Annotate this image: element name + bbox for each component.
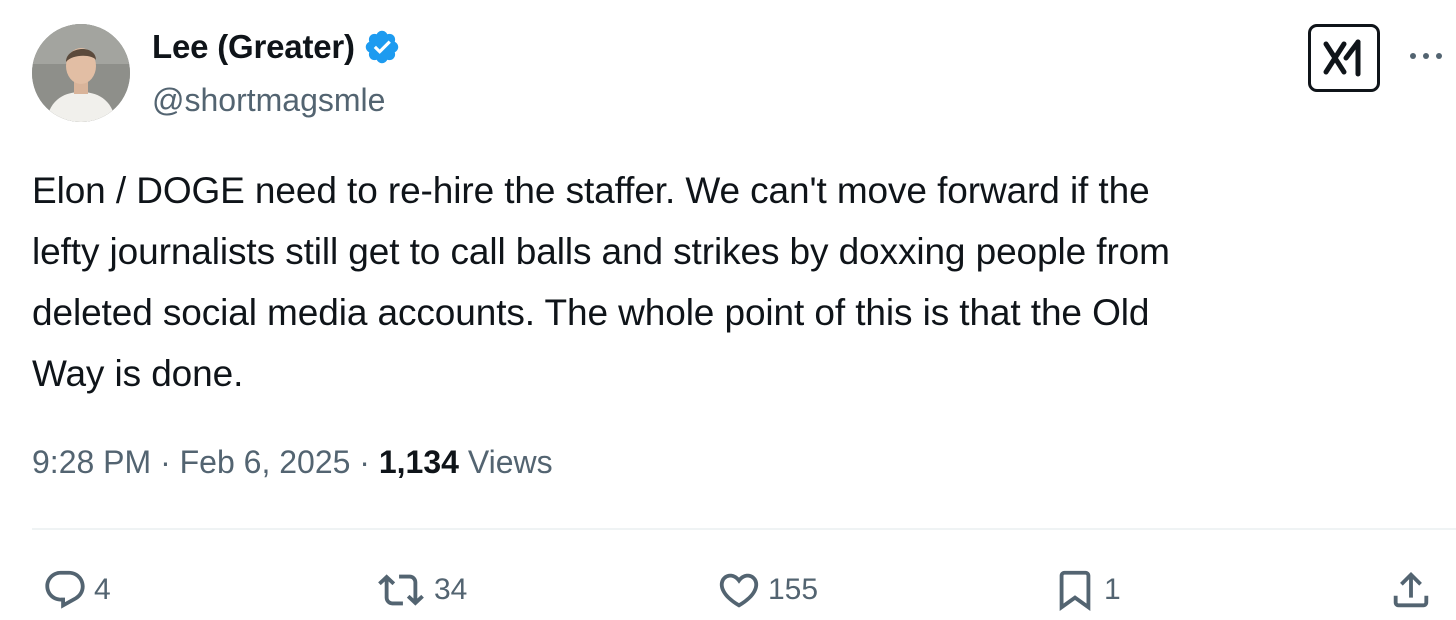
reply-button[interactable]: 4 <box>42 566 111 614</box>
author-display-name[interactable]: Lee (Greater) <box>152 28 355 66</box>
views-count: 1,134 <box>378 444 459 480</box>
tweet-meta: 9:28 PM · Feb 6, 2025 · 1,134 Views <box>32 444 553 481</box>
grok-icon <box>1323 39 1361 77</box>
grok-button[interactable] <box>1308 24 1380 92</box>
verified-badge-icon[interactable] <box>363 28 401 66</box>
like-button[interactable]: 155 <box>716 566 818 614</box>
bookmark-button[interactable]: 1 <box>1052 566 1121 614</box>
reply-icon <box>45 570 85 609</box>
views-label: Views <box>458 444 553 480</box>
tweet-date[interactable]: Feb 6, 2025 <box>180 444 351 480</box>
author-handle[interactable]: @shortmagsmle <box>152 82 385 119</box>
meta-separator: · <box>350 444 379 480</box>
more-options-button[interactable] <box>1406 42 1446 70</box>
avatar-image <box>32 24 130 122</box>
reply-count: 4 <box>94 573 111 606</box>
divider <box>32 528 1456 530</box>
repost-button[interactable]: 34 <box>374 566 467 614</box>
share-icon <box>1393 571 1429 608</box>
tweet-time[interactable]: 9:28 PM <box>32 444 151 480</box>
repost-icon <box>378 574 424 606</box>
avatar[interactable] <box>32 24 130 122</box>
author-name-row: Lee (Greater) <box>152 28 401 66</box>
tweet-text: Elon / DOGE need to re-hire the staffer.… <box>32 170 1170 394</box>
tweet-card: Lee (Greater) @shortmagsmle Elon / DOGE … <box>0 0 1456 620</box>
bookmark-icon <box>1059 570 1091 611</box>
like-count: 155 <box>768 573 819 606</box>
like-icon <box>719 573 759 608</box>
more-horizontal-icon <box>1410 53 1442 59</box>
share-button[interactable] <box>1388 566 1434 614</box>
meta-separator: · <box>151 444 180 480</box>
bookmark-count: 1 <box>1104 573 1121 606</box>
repost-count: 34 <box>434 573 468 606</box>
